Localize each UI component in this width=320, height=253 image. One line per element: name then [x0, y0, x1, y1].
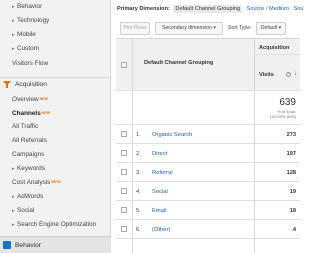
row-divider [116, 200, 300, 201]
row-number: 3. [136, 170, 141, 176]
select-all-checkbox[interactable] [121, 62, 127, 68]
sidebar-item-label: All Referrals [12, 137, 47, 144]
row-number: 2. [136, 151, 141, 157]
percent-of-total-value: 100.00% (639) [269, 114, 296, 119]
sidebar-item-seo[interactable]: ▸ Search Engine Optimization [0, 219, 111, 230]
sidebar-item-social[interactable]: ▸ Social [0, 205, 111, 216]
row-divider [116, 162, 300, 163]
row-divider [116, 238, 300, 239]
dimension-source-medium-link[interactable]: Source / Medium [247, 6, 289, 12]
sidebar-item-label: Overview [12, 96, 39, 103]
row-number: 5. [136, 208, 141, 214]
row-number: 6. [136, 227, 141, 233]
row-visits: 128 [286, 170, 296, 176]
row-channel-link[interactable]: (Other) [152, 227, 170, 233]
total-divider [116, 124, 300, 125]
row-number: 4. [136, 189, 141, 195]
help-icon[interactable]: ? [286, 72, 291, 77]
row-channel-link[interactable]: Social [152, 189, 168, 195]
primary-dimension-label: Primary Dimension: [117, 6, 170, 12]
acquisition-column-group: Acquisition [259, 45, 290, 51]
plot-rows-button[interactable]: Plot Rows [120, 22, 150, 35]
row-divider [116, 181, 300, 182]
beta-badge: BETA [51, 180, 61, 184]
row-checkbox[interactable] [121, 188, 127, 194]
sidebar-item-keywords[interactable]: ▸ Keywords [0, 163, 111, 174]
sidebar-item-label: Mobile [17, 31, 36, 38]
dimension-default-channel-grouping[interactable]: Default Channel Grouping [173, 5, 243, 13]
sidebar-item-mobile[interactable]: ▸ Mobile [0, 29, 111, 40]
sort-descending-icon[interactable]: ↓ [294, 71, 297, 77]
row-checkbox[interactable] [121, 131, 127, 137]
row-channel-link[interactable]: Direct [152, 151, 167, 157]
header-divider [254, 54, 300, 55]
sidebar-item-all-referrals[interactable]: All Referrals [0, 135, 111, 146]
row-divider [116, 219, 300, 220]
row-visits: 18 [289, 208, 296, 214]
row-number: 1. [136, 132, 141, 138]
sidebar-item-behavior[interactable]: ▸ Behavior [0, 1, 111, 12]
table-controls: Plot Rows Secondary dimension ▾ Sort Typ… [116, 22, 300, 36]
row-channel-link[interactable]: Organic Search [152, 132, 192, 138]
sidebar-item-visitors-flow[interactable]: Visitors Flow [0, 58, 111, 69]
dimension-source-link[interactable]: Sou [294, 6, 304, 12]
row-visits: 4 [292, 227, 296, 233]
sidebar-item-label: Behavior [17, 3, 43, 10]
sidebar-item-label: Cost Analysis [12, 179, 51, 186]
sidebar-item-overview[interactable]: OverviewNEW [0, 94, 111, 105]
visits-total: 639 [279, 97, 296, 108]
sidebar-item-cost-analysis[interactable]: Cost AnalysisBETA [0, 177, 111, 188]
row-visits: 273 [286, 132, 296, 138]
sidebar-item-label: Keywords [17, 165, 46, 172]
visits-total-percent: % of Total: 100.00% (639) [250, 109, 296, 119]
sidebar-item-label: Search Engine Optimization [17, 221, 97, 228]
section-title: Behavior [15, 242, 42, 249]
sidebar-item-label: Technology [17, 17, 50, 24]
section-title: Acquisition [15, 81, 47, 88]
report-main: Primary Dimension: Default Channel Group… [112, 0, 303, 253]
row-checkbox[interactable] [121, 226, 127, 232]
sidebar-item-label: Custom [17, 45, 40, 52]
sidebar-item-label: Social [17, 207, 35, 214]
sidebar-item-label: All Traffic [12, 123, 39, 130]
row-visits: 197 [286, 151, 296, 157]
sidebar-item-label: Visitors Flow [12, 60, 49, 67]
row-checkbox[interactable] [121, 150, 127, 156]
data-table: Acquisition Default Channel Grouping Vis… [116, 38, 300, 253]
new-badge: NEW [41, 111, 51, 115]
sidebar-item-label: AdWords [17, 193, 44, 200]
row-checkbox[interactable] [121, 207, 127, 213]
row-channel-link[interactable]: Email [152, 208, 167, 214]
sidebar-item-custom[interactable]: ▸ Custom [0, 43, 111, 54]
sidebar-item-technology[interactable]: ▸ Technology [0, 15, 111, 26]
sidebar-section-behavior[interactable]: Behavior [0, 236, 111, 253]
sidebar-item-all-traffic[interactable]: All Traffic [0, 121, 111, 132]
visits-column-header[interactable]: Visits [259, 72, 274, 78]
sort-type-dropdown[interactable]: Default ▾ [256, 22, 286, 35]
header-divider [116, 90, 300, 91]
sidebar-item-adwords[interactable]: ▸ AdWords [0, 191, 111, 202]
row-channel-link[interactable]: Referral [152, 170, 173, 176]
row-visits: 19 [289, 189, 296, 195]
acquisition-icon [3, 81, 11, 88]
sidebar-item-campaigns[interactable]: Campaigns [0, 149, 111, 160]
sidebar-item-label: Channels [12, 110, 41, 117]
primary-dimension-bar: Primary Dimension: Default Channel Group… [117, 5, 303, 16]
behavior-icon [3, 241, 11, 249]
sort-type-label: Sort Type: [228, 25, 252, 31]
sidebar-item-label: Campaigns [12, 151, 45, 158]
sidebar-item-channels[interactable]: ChannelsNEW [0, 108, 111, 119]
new-badge: NEW [39, 97, 49, 101]
column-divider [132, 39, 133, 253]
column-divider [254, 39, 255, 253]
default-channel-grouping-header[interactable]: Default Channel Grouping [144, 60, 213, 66]
row-checkbox[interactable] [121, 169, 127, 175]
row-divider [116, 143, 300, 144]
secondary-dimension-dropdown[interactable]: Secondary dimension ▾ [155, 22, 223, 35]
sidebar-section-acquisition[interactable]: Acquisition [0, 77, 111, 90]
sidebar: ▸ Behavior ▸ Technology ▸ Mobile ▸ Custom Vi… [0, 0, 111, 253]
